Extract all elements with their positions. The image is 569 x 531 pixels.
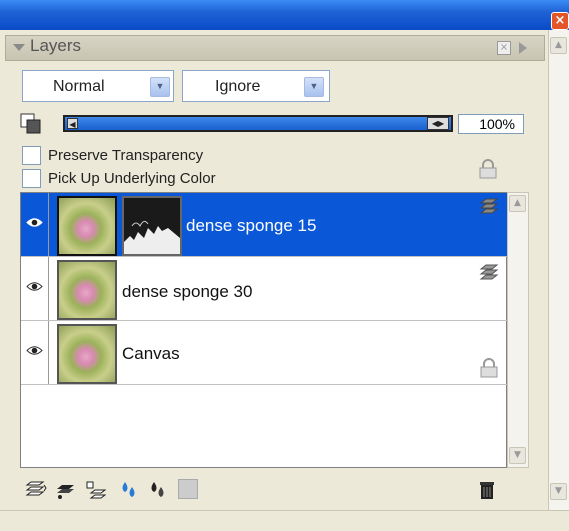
visibility-toggle[interactable] [21, 321, 49, 384]
opacity-decrease-button[interactable]: ◀ [67, 118, 78, 129]
list-scroll-down-button[interactable]: ▼ [509, 447, 526, 464]
layer-thumbnail [57, 324, 117, 384]
eye-icon [26, 218, 43, 227]
blend-mode-select[interactable]: Normal ▼ [22, 70, 174, 102]
dynamic-plugins-icon[interactable] [178, 479, 198, 499]
stack-icon [479, 264, 499, 280]
window-scroll-down-button[interactable]: ▼ [550, 483, 567, 500]
layer-row-canvas[interactable]: Canvas [21, 321, 507, 385]
preserve-transparency-checkbox[interactable] [22, 146, 41, 165]
window-close-button[interactable]: × [551, 12, 569, 30]
visibility-toggle[interactable] [21, 257, 49, 320]
layer-options-icon[interactable] [25, 479, 47, 501]
window-titlebar [0, 0, 569, 30]
visibility-toggle[interactable] [21, 193, 49, 256]
panel-close-icon[interactable]: × [497, 41, 511, 55]
layer-list-scrollbar[interactable] [507, 192, 529, 468]
pick-up-underlying-color-label: Pick Up Underlying Color [48, 170, 216, 187]
layer-row-dense-sponge-15[interactable]: dense sponge 15 [21, 193, 507, 257]
layer-name: dense sponge 15 [186, 216, 317, 235]
layer-name: Canvas [122, 344, 180, 363]
opacity-value-field[interactable]: 100% [458, 114, 524, 134]
panel-header [5, 35, 545, 61]
new-group-icon[interactable] [84, 479, 106, 501]
liquid-ink-icon[interactable] [146, 479, 168, 501]
composite-method-value: Ignore [215, 78, 261, 95]
list-scroll-up-button[interactable]: ▲ [509, 195, 526, 212]
layer-name: dense sponge 30 [122, 282, 253, 301]
opacity-slider-thumb[interactable]: ◀▶ [427, 117, 449, 130]
panel-menu-icon[interactable] [519, 42, 527, 54]
opacity-slider[interactable] [63, 115, 453, 132]
blend-mode-value: Normal [53, 78, 105, 95]
eye-icon [26, 346, 43, 355]
window-status-strip [0, 510, 569, 531]
opacity-icon [20, 113, 41, 134]
new-layer-icon[interactable] [54, 479, 76, 501]
composite-method-select[interactable]: Ignore ▼ [182, 70, 330, 102]
layer-row-dense-sponge-30[interactable]: dense sponge 30 [21, 257, 507, 321]
panel-title: Layers [30, 36, 82, 55]
eye-icon [26, 282, 43, 291]
layer-thumbnail [57, 260, 117, 320]
lock-icon [480, 358, 498, 378]
collapse-triangle-icon[interactable] [13, 44, 25, 51]
layer-mask-thumbnail [122, 196, 182, 256]
window-scrollbar[interactable] [548, 30, 569, 510]
chevron-down-icon[interactable]: ▼ [150, 77, 170, 97]
window-scroll-up-button[interactable]: ▲ [550, 37, 567, 54]
pick-up-underlying-color-checkbox[interactable] [22, 169, 41, 188]
preserve-transparency-label: Preserve Transparency [48, 147, 204, 164]
layer-thumbnail [57, 196, 117, 256]
chevron-down-icon[interactable]: ▼ [304, 77, 324, 97]
lock-transparency-icon[interactable] [477, 158, 499, 180]
stack-icon [479, 198, 499, 214]
water-layer-icon[interactable] [117, 479, 139, 501]
trash-icon[interactable] [476, 479, 498, 501]
